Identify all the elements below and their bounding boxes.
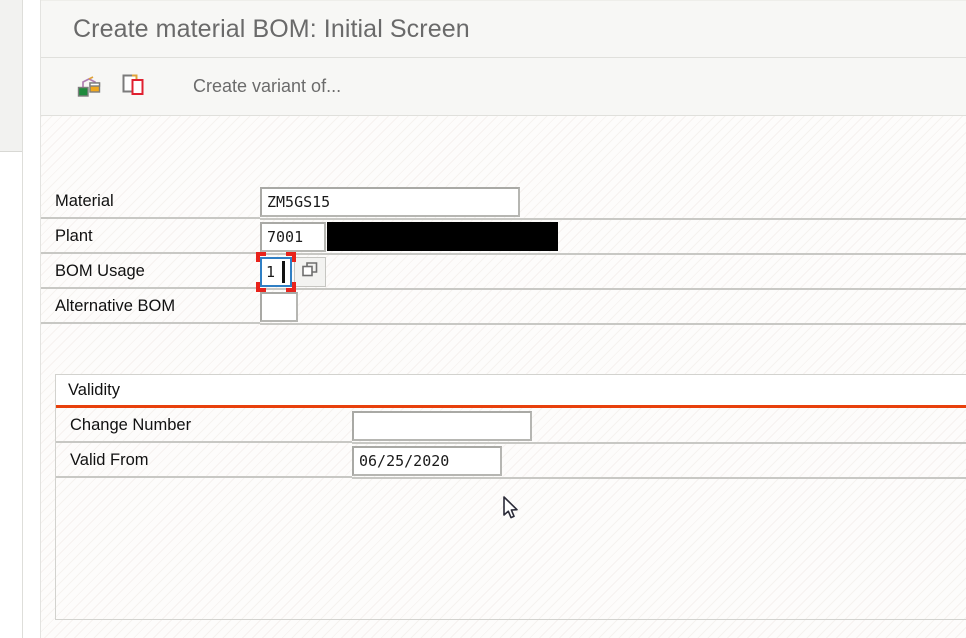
validity-group-box: Validity Change Number Valid From bbox=[55, 374, 966, 620]
validity-field-group: Change Number Valid From bbox=[56, 408, 966, 479]
window-gutter bbox=[23, 0, 41, 638]
bom-usage-control bbox=[256, 251, 326, 292]
alternative-bom-control bbox=[260, 289, 298, 324]
main-content: Create material BOM: Initial Screen Crea… bbox=[41, 0, 966, 638]
material-control bbox=[260, 184, 520, 219]
form-canvas: Material Plant BOM bbox=[41, 116, 966, 638]
bom-structure-button[interactable] bbox=[71, 70, 107, 104]
field-row-change-number: Change Number bbox=[56, 408, 966, 444]
valid-from-label: Valid From bbox=[56, 443, 352, 478]
field-row-material: Material bbox=[41, 184, 966, 220]
alternative-bom-label: Alternative BOM bbox=[41, 289, 260, 324]
change-number-input[interactable] bbox=[352, 410, 532, 441]
plant-description-redaction bbox=[327, 222, 558, 251]
rail-segment-top bbox=[0, 0, 22, 151]
window-left-rail bbox=[0, 0, 23, 638]
bom-usage-input[interactable] bbox=[260, 256, 292, 287]
row-filler bbox=[260, 288, 966, 325]
copy-icon bbox=[120, 72, 146, 101]
change-number-label: Change Number bbox=[56, 408, 352, 443]
create-variant-button[interactable]: Create variant of... bbox=[193, 76, 341, 97]
valid-from-input[interactable] bbox=[352, 445, 502, 476]
search-help-icon bbox=[301, 261, 319, 282]
valid-from-control bbox=[352, 443, 502, 478]
row-filler bbox=[260, 253, 966, 290]
page-title: Create material BOM: Initial Screen bbox=[73, 14, 470, 43]
rail-segment-bottom bbox=[0, 151, 22, 638]
alternative-bom-input[interactable] bbox=[260, 291, 298, 322]
field-row-valid-from: Valid From bbox=[56, 443, 966, 479]
field-row-bom-usage: BOM Usage bbox=[41, 251, 966, 292]
field-row-plant: Plant bbox=[41, 219, 966, 255]
bom-structure-icon bbox=[76, 72, 102, 101]
bom-usage-search-help-button[interactable] bbox=[294, 256, 326, 287]
field-row-alternative-bom: Alternative BOM bbox=[41, 288, 966, 325]
material-input[interactable] bbox=[260, 186, 520, 217]
sap-gui-window: Create material BOM: Initial Screen Crea… bbox=[0, 0, 966, 638]
application-toolbar: Create variant of... bbox=[41, 58, 966, 116]
change-number-control bbox=[352, 408, 532, 443]
header-field-group: Material Plant BOM bbox=[41, 184, 966, 325]
title-bar: Create material BOM: Initial Screen bbox=[41, 0, 966, 58]
plant-label: Plant bbox=[41, 219, 260, 254]
bom-usage-input-wrapper bbox=[256, 251, 296, 292]
plant-control bbox=[260, 219, 558, 254]
copy-button[interactable] bbox=[115, 70, 151, 104]
validity-group-title: Validity bbox=[68, 380, 120, 399]
material-label: Material bbox=[41, 184, 260, 219]
plant-input[interactable] bbox=[260, 221, 326, 252]
validity-group-header: Validity bbox=[56, 375, 966, 408]
bom-usage-label: BOM Usage bbox=[41, 254, 260, 289]
